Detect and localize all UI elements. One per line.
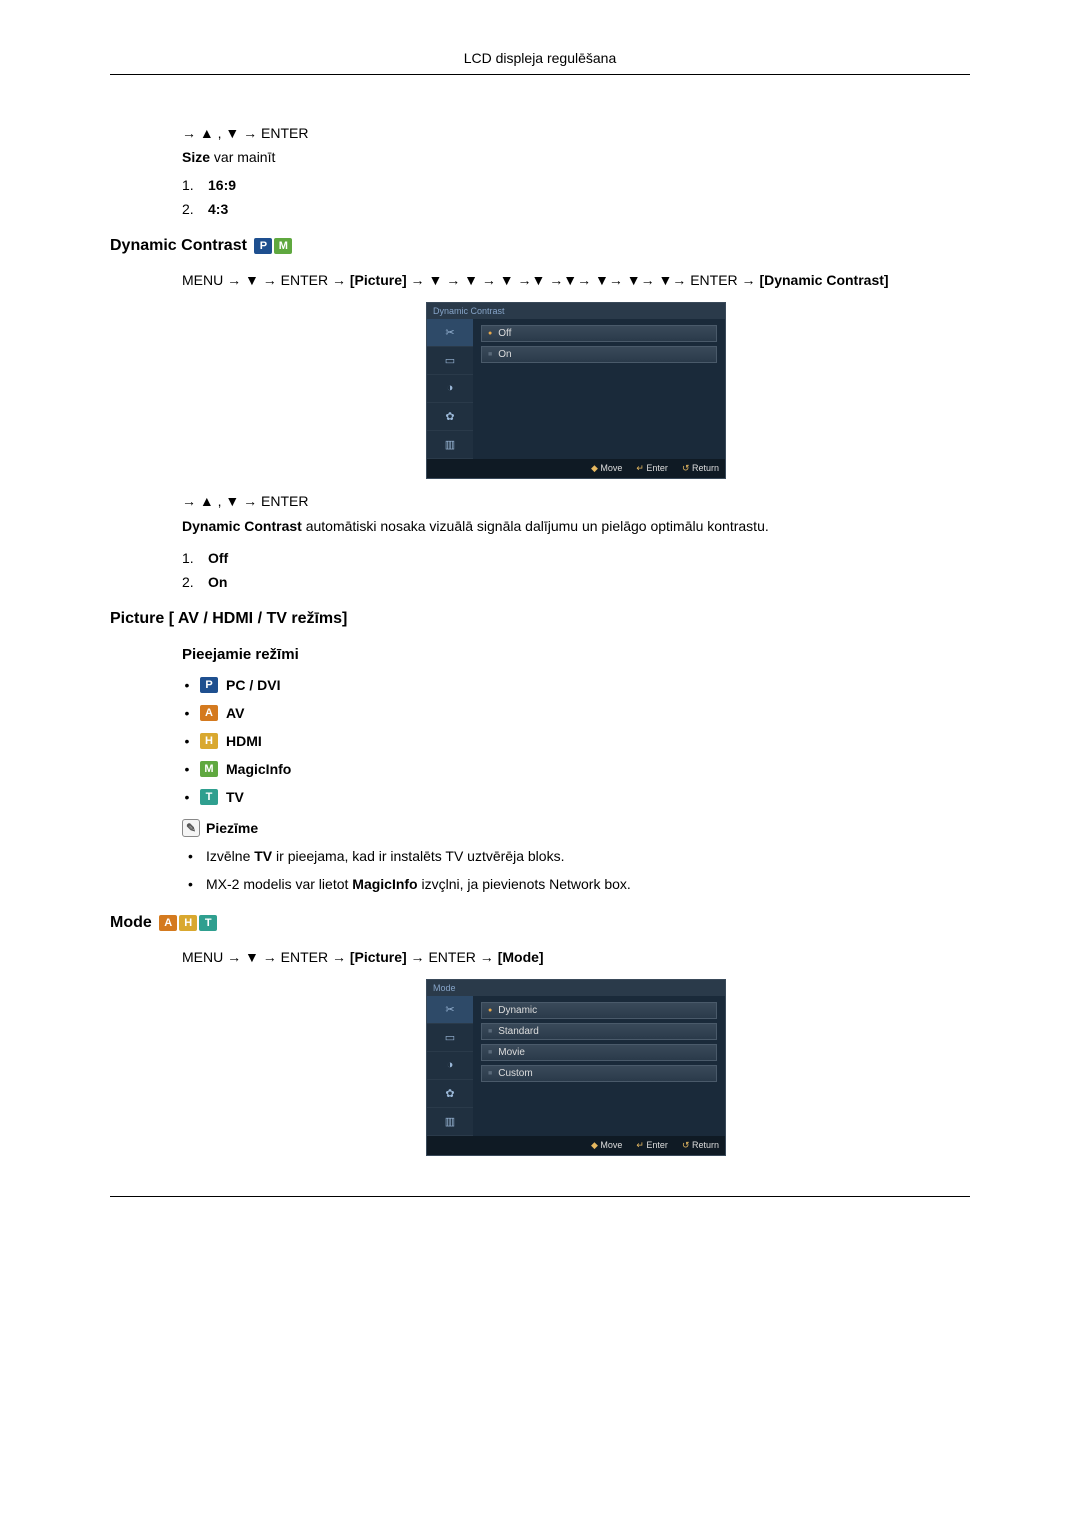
badge-m-icon: M bbox=[274, 238, 292, 254]
size-options-list: 1.16:9 2.4:3 bbox=[182, 177, 970, 217]
badge-p-icon: P bbox=[200, 677, 218, 693]
badge-p-icon: P bbox=[254, 238, 272, 254]
osd-tab-icon: ▥ bbox=[427, 431, 473, 459]
osd-footer: Move Enter Return bbox=[427, 1136, 725, 1155]
osd-panel-dynamic: Dynamic Contrast ✂ ▭ ◑ ✿ ▥ Off On Move E… bbox=[426, 302, 726, 479]
note-item: MX-2 modelis var lietot MagicInfo izvçln… bbox=[182, 875, 970, 895]
menu-path-mode: MENU → ▼ → ENTER → [Picture] → ENTER → [… bbox=[182, 944, 970, 971]
osd-option: Off bbox=[481, 325, 717, 342]
osd-option: Standard bbox=[481, 1023, 717, 1040]
subheading-modes: Pieejamie režīmi bbox=[182, 646, 970, 663]
osd-title: Dynamic Contrast bbox=[427, 303, 725, 319]
badge-a-icon: A bbox=[159, 915, 177, 931]
menu-path-dynamic: MENU → ▼ → ENTER → [Picture] → ▼ → ▼ → ▼… bbox=[182, 267, 970, 294]
osd-icon-column: ✂ ▭ ◑ ✿ ▥ bbox=[427, 996, 473, 1136]
list-item: •MMagicInfo bbox=[182, 761, 970, 777]
badge-row: A H T bbox=[159, 915, 217, 931]
list-item: 1.Off bbox=[182, 550, 970, 566]
osd-enter-label: Enter bbox=[636, 1140, 668, 1151]
list-item: •PPC / DVI bbox=[182, 677, 970, 693]
size-line: Size var mainīt bbox=[182, 149, 970, 165]
badge-m-icon: M bbox=[200, 761, 218, 777]
note-item: Izvēlne TV ir pieejama, kad ir instalēts… bbox=[182, 847, 970, 867]
badge-h-icon: H bbox=[179, 915, 197, 931]
section-heading-picture: Picture [ AV / HDMI / TV režīms] bbox=[110, 610, 970, 628]
nav-sequence: → ▲ , ▼ → ENTER bbox=[182, 493, 970, 509]
osd-tab-icon: ✂ bbox=[427, 996, 473, 1024]
section-heading-dynamic: Dynamic Contrast P M bbox=[110, 237, 970, 255]
osd-panel-mode: Mode ✂ ▭ ◑ ✿ ▥ Dynamic Standard Movie Cu… bbox=[426, 979, 726, 1156]
osd-tab-icon: ◑ bbox=[427, 1052, 473, 1080]
mode-list: •PPC / DVI •AAV •HHDMI •MMagicInfo •TTV bbox=[182, 677, 970, 805]
badge-row: P M bbox=[254, 238, 292, 254]
osd-enter-label: Enter bbox=[636, 463, 668, 474]
note-heading: ✎ Piezīme bbox=[182, 819, 970, 837]
note-list: Izvēlne TV ir pieejama, kad ir instalēts… bbox=[182, 847, 970, 894]
list-item: 1.16:9 bbox=[182, 177, 970, 193]
badge-t-icon: T bbox=[199, 915, 217, 931]
osd-options: Off On bbox=[473, 319, 725, 459]
osd-option: On bbox=[481, 346, 717, 363]
nav-sequence: → ▲ , ▼ → ENTER bbox=[182, 125, 970, 141]
list-item: •TTV bbox=[182, 789, 970, 805]
osd-options: Dynamic Standard Movie Custom bbox=[473, 996, 725, 1136]
osd-footer: Move Enter Return bbox=[427, 459, 725, 478]
osd-title: Mode bbox=[427, 980, 725, 996]
page-header: LCD displeja regulēšana bbox=[110, 50, 970, 75]
osd-option: Custom bbox=[481, 1065, 717, 1082]
footer-rule bbox=[110, 1196, 970, 1197]
osd-tab-icon: ▭ bbox=[427, 1024, 473, 1052]
badge-t-icon: T bbox=[200, 789, 218, 805]
osd-return-label: Return bbox=[682, 1140, 719, 1151]
dynamic-description: Dynamic Contrast automātiski nosaka vizu… bbox=[182, 517, 970, 537]
size-prefix: Size bbox=[182, 149, 210, 165]
osd-option: Movie bbox=[481, 1044, 717, 1061]
list-item: 2.4:3 bbox=[182, 201, 970, 217]
badge-a-icon: A bbox=[200, 705, 218, 721]
osd-tab-icon: ✿ bbox=[427, 1080, 473, 1108]
list-item: •HHDMI bbox=[182, 733, 970, 749]
dynamic-options-list: 1.Off 2.On bbox=[182, 550, 970, 590]
osd-move-label: Move bbox=[591, 1140, 622, 1151]
osd-option: Dynamic bbox=[481, 1002, 717, 1019]
osd-tab-icon: ✂ bbox=[427, 319, 473, 347]
osd-tab-icon: ▥ bbox=[427, 1108, 473, 1136]
size-suffix: var mainīt bbox=[210, 149, 275, 165]
osd-icon-column: ✂ ▭ ◑ ✿ ▥ bbox=[427, 319, 473, 459]
osd-move-label: Move bbox=[591, 463, 622, 474]
osd-tab-icon: ▭ bbox=[427, 347, 473, 375]
osd-tab-icon: ✿ bbox=[427, 403, 473, 431]
section-heading-mode: Mode A H T bbox=[110, 914, 970, 932]
list-item: 2.On bbox=[182, 574, 970, 590]
badge-h-icon: H bbox=[200, 733, 218, 749]
note-icon: ✎ bbox=[182, 819, 200, 837]
list-item: •AAV bbox=[182, 705, 970, 721]
osd-tab-icon: ◑ bbox=[427, 375, 473, 403]
osd-return-label: Return bbox=[682, 463, 719, 474]
